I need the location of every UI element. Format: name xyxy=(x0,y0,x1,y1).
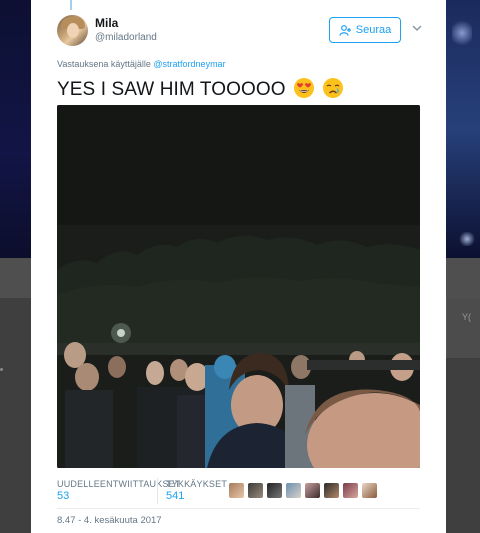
background-stage-light xyxy=(458,232,476,246)
liker-avatar[interactable] xyxy=(267,483,282,498)
retweets-count[interactable]: 53 xyxy=(57,490,69,502)
background-card-text: Y( xyxy=(462,312,471,322)
liker-avatar[interactable] xyxy=(343,483,358,498)
chevron-down-icon[interactable] xyxy=(411,22,423,34)
reply-prefix: Vastauksena käyttäjälle xyxy=(57,59,151,69)
follow-button-label: Seuraa xyxy=(355,24,392,36)
thread-connector-line xyxy=(70,0,72,10)
background-stage-light xyxy=(452,18,472,48)
retweets-label[interactable]: UUDELLEENTWIITTAUKSET xyxy=(57,479,181,489)
liker-avatar[interactable] xyxy=(286,483,301,498)
liker-avatar[interactable] xyxy=(305,483,320,498)
tweet-timestamp[interactable]: 8.47 - 4. kesäkuuta 2017 xyxy=(57,515,162,526)
crying-emoji-icon xyxy=(323,78,344,98)
tweet-modal: Mila @miladorland Seuraa Vastauksena käy… xyxy=(31,0,446,533)
author-handle[interactable]: @miladorland xyxy=(95,32,157,43)
tweet-photo[interactable] xyxy=(57,105,420,468)
liker-avatar[interactable] xyxy=(229,483,244,498)
likes-count[interactable]: 541 xyxy=(166,490,184,502)
liker-avatar[interactable] xyxy=(362,483,377,498)
stat-divider xyxy=(157,478,158,504)
add-user-icon xyxy=(339,24,351,36)
reply-mention-link[interactable]: @stratfordneymar xyxy=(153,59,225,69)
reply-context: Vastauksena käyttäjälle @stratfordneymar xyxy=(57,59,226,69)
liker-avatar[interactable] xyxy=(248,483,263,498)
avatar[interactable] xyxy=(57,15,88,46)
divider-line xyxy=(57,508,420,509)
liker-avatars xyxy=(229,483,377,498)
background-side-card xyxy=(446,298,480,358)
background-dot xyxy=(0,368,3,371)
liker-avatar[interactable] xyxy=(324,483,339,498)
tweet-text: YES I SAW HIM TOOOOO xyxy=(57,77,344,101)
tweet-text-body: YES I SAW HIM TOOOOO xyxy=(57,79,286,100)
follow-button[interactable]: Seuraa xyxy=(329,17,401,43)
author-name[interactable]: Mila xyxy=(95,16,118,30)
likes-label[interactable]: TYKKÄYKSET xyxy=(166,479,227,489)
heart-eyes-emoji-icon xyxy=(294,78,315,98)
